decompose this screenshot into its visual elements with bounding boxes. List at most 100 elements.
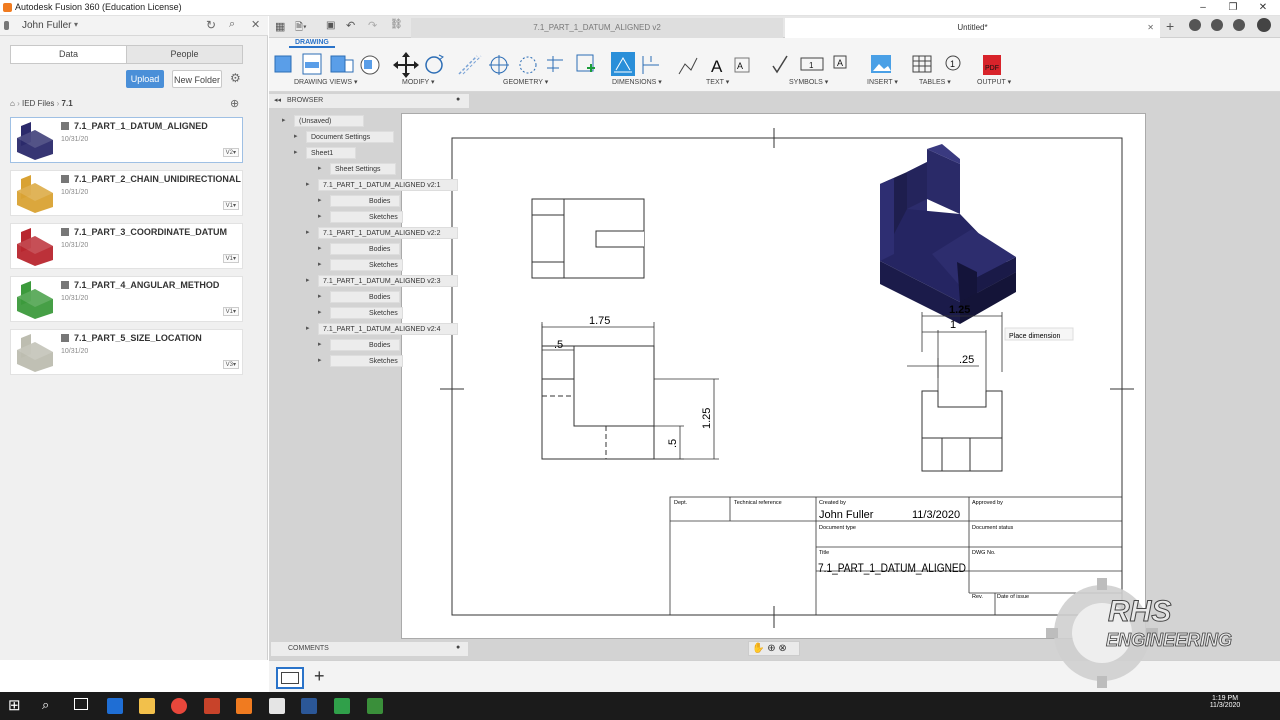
expand-arrow-icon[interactable]: ▸	[318, 356, 322, 364]
table-icon[interactable]	[912, 55, 932, 73]
file-icon[interactable]: 🗎▾	[295, 20, 307, 37]
expand-arrow-icon[interactable]: ▸	[282, 116, 286, 124]
text-icon[interactable]: A	[711, 57, 723, 76]
group-text[interactable]: TEXT ▾	[706, 78, 729, 86]
move-icon[interactable]	[393, 52, 419, 78]
drawing-sheet[interactable]: 1.75 .5 1.25 .5 1.25 1 .25 Place dimensi…	[401, 113, 1146, 639]
group-tables[interactable]: TABLES ▾	[919, 78, 951, 86]
browser-component[interactable]: 7.1_PART_1_DATUM_ALIGNED v2:2	[318, 227, 458, 239]
windows-start-icon[interactable]: ⊞	[8, 696, 21, 714]
close-tab-icon[interactable]: ✕	[1147, 18, 1154, 38]
browser-sheet-settings[interactable]: Sheet Settings	[330, 163, 396, 175]
home-icon[interactable]: ⌂	[10, 99, 15, 108]
close-window-button[interactable]: ✕	[1250, 0, 1276, 16]
browser-component[interactable]: 7.1_PART_1_DATUM_ALIGNED v2:4	[318, 323, 458, 335]
note-icon[interactable]: A	[734, 57, 750, 73]
browser-component[interactable]: 7.1_PART_1_DATUM_ALIGNED v2:3	[318, 275, 458, 287]
browser-bodies[interactable]: Bodies	[330, 339, 400, 351]
group-drawing-views[interactable]: DRAWING VIEWS ▾	[294, 78, 358, 86]
file-version[interactable]: V1▾	[222, 201, 239, 210]
clock[interactable]: 1:19 PM 11/3/2020	[1200, 695, 1250, 709]
camtasia-icon[interactable]	[334, 698, 350, 714]
rotate-icon[interactable]	[425, 54, 444, 74]
dim-1-25-side[interactable]: 1.25	[949, 304, 970, 316]
dim-1-side[interactable]: 1	[950, 319, 956, 331]
file-card[interactable]: 7.1_PART_3_COORDINATE_DATUM 10/31/20 V1▾	[10, 223, 243, 269]
file-card[interactable]: 7.1_PART_4_ANGULAR_METHOD 10/31/20 V1▾	[10, 276, 243, 322]
browser-root[interactable]: (Unsaved)	[294, 115, 364, 127]
taskbar-search-icon[interactable]: ⌕	[42, 697, 49, 713]
datum-identifier-icon[interactable]: A	[833, 55, 847, 69]
pdf-output-icon[interactable]: PDF	[983, 55, 1001, 75]
chrome-icon[interactable]	[171, 698, 187, 714]
expand-arrow-icon[interactable]: ▸	[306, 276, 310, 284]
new-folder-button[interactable]: New Folder	[172, 70, 222, 88]
dim-0-25-side[interactable]: .25	[959, 354, 974, 366]
expand-arrow-icon[interactable]: ▸	[318, 308, 322, 316]
fusion-taskbar-icon[interactable]	[236, 698, 252, 714]
tab-data[interactable]: Data	[11, 46, 127, 63]
browser-sheet1[interactable]: Sheet1	[306, 147, 356, 159]
browser-bodies[interactable]: Bodies	[330, 243, 400, 255]
powerpoint-icon[interactable]	[204, 698, 220, 714]
profile-avatar[interactable]	[1257, 18, 1271, 32]
browser-sketches[interactable]: Sketches	[330, 211, 403, 223]
browser-sketches[interactable]: Sketches	[330, 355, 403, 367]
breadcrumb-ied-files[interactable]: IED Files	[22, 99, 54, 108]
file-card[interactable]: 7.1_PART_2_CHAIN_UNIDIRECTIONAL 10/31/20 V…	[10, 170, 243, 216]
new-tab-icon[interactable]: +	[1166, 18, 1174, 34]
file-explorer-icon[interactable]	[139, 698, 155, 714]
projected-view-icon[interactable]	[302, 53, 322, 75]
expand-arrow-icon[interactable]: ▸	[318, 164, 322, 172]
maximize-button[interactable]: ❐	[1220, 0, 1246, 16]
user-name[interactable]: John Fuller	[22, 20, 71, 31]
top-view[interactable]	[531, 198, 645, 279]
expand-arrow-icon[interactable]: ▸	[306, 324, 310, 332]
undo-icon[interactable]: ↶	[346, 19, 355, 32]
browser-sketches[interactable]: Sketches	[330, 259, 403, 271]
group-output[interactable]: OUTPUT ▾	[977, 78, 1011, 86]
center-mark-icon[interactable]	[489, 55, 509, 75]
task-view-icon[interactable]	[74, 698, 88, 710]
collapse-browser-icon[interactable]: ◂◂	[274, 96, 281, 104]
comments-toggle-icon[interactable]: ●	[456, 644, 460, 651]
file-version[interactable]: V2▾	[222, 148, 239, 157]
base-view-icon[interactable]	[274, 55, 292, 73]
dim-0-5-top[interactable]: .5	[554, 339, 563, 351]
front-dimensions[interactable]	[541, 322, 719, 460]
expand-arrow-icon[interactable]: ▸	[318, 260, 322, 268]
expand-arrow-icon[interactable]: ▸	[306, 180, 310, 188]
redo-icon[interactable]: ↷	[368, 19, 377, 32]
browser-sketches[interactable]: Sketches	[330, 307, 403, 319]
refresh-icon[interactable]: ↻	[206, 18, 216, 32]
expand-arrow-icon[interactable]: ▸	[294, 132, 298, 140]
file-card[interactable]: 7.1_PART_1_DATUM_ALIGNED 10/31/20 V2▾	[10, 117, 243, 163]
comments-bar[interactable]: COMMENTS ●	[271, 642, 468, 656]
tab-people[interactable]: People	[127, 46, 242, 63]
section-view-icon[interactable]	[330, 55, 354, 73]
expand-arrow-icon[interactable]: ▸	[294, 148, 298, 156]
link-icon[interactable]: ⛓	[390, 19, 403, 30]
expand-arrow-icon[interactable]: ▸	[318, 212, 322, 220]
edge-icon[interactable]	[107, 698, 123, 714]
add-sheet-icon[interactable]: +	[314, 666, 325, 687]
file-version[interactable]: V1▾	[222, 254, 239, 263]
expand-arrow-icon[interactable]: ▸	[318, 292, 322, 300]
browser-header[interactable]: ◂◂ BROWSER ●	[269, 94, 469, 108]
centerline-icon[interactable]	[458, 55, 482, 75]
surface-texture-icon[interactable]	[772, 55, 788, 74]
search-icon[interactable]: ⌕	[229, 18, 235, 31]
browser-bodies[interactable]: Bodies	[330, 195, 400, 207]
expand-arrow-icon[interactable]: ▸	[318, 340, 322, 348]
dim-1-75[interactable]: 1.75	[589, 315, 610, 327]
fit-icon[interactable]: ⊗	[778, 643, 786, 654]
balloon-icon[interactable]: 1	[945, 55, 961, 71]
tab-part-1[interactable]: 7.1_PART_1_DATUM_ALIGNED v2	[411, 18, 783, 38]
chevron-down-icon[interactable]: ▾	[74, 20, 78, 29]
zoom-icon[interactable]: ⊕	[767, 643, 775, 654]
upload-button[interactable]: Upload	[126, 70, 164, 88]
minimize-button[interactable]: –	[1190, 0, 1216, 16]
sketch-add-icon[interactable]	[576, 54, 595, 72]
detail-view-icon[interactable]	[360, 55, 380, 75]
notifications-icon[interactable]	[1211, 19, 1223, 31]
